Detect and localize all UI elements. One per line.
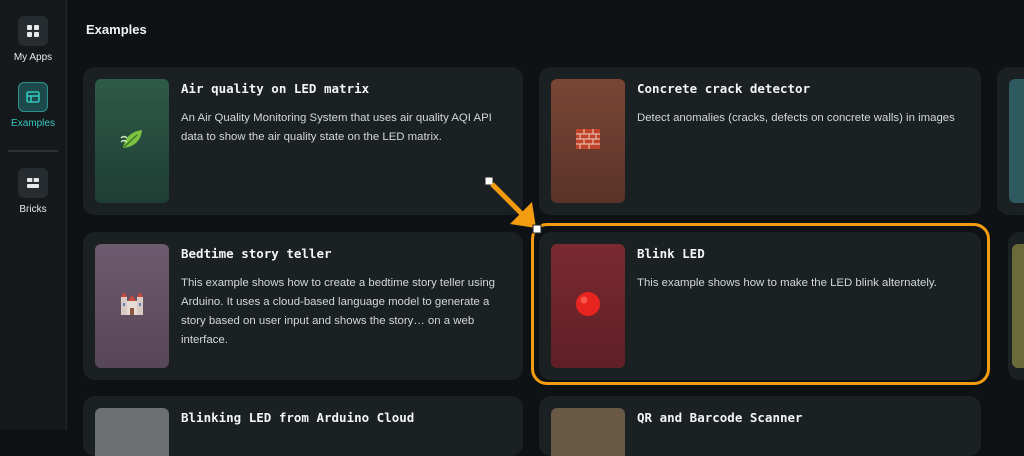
sidebar-divider — [8, 150, 58, 152]
card-thumbnail — [1012, 244, 1024, 368]
card-thumbnail — [1009, 79, 1024, 203]
card-description: This example shows how to create a bedti… — [181, 277, 496, 346]
card-thumbnail — [551, 408, 625, 456]
sidebar-item-examples[interactable]: Examples — [0, 82, 66, 129]
annotation-arrow-icon — [484, 176, 542, 234]
sidebar-item-bricks[interactable]: Bricks — [0, 168, 66, 215]
leaf-icon — [119, 126, 145, 156]
example-card-partial[interactable] — [997, 67, 1024, 215]
card-description: An Air Quality Monitoring System that us… — [181, 112, 492, 143]
example-card-concrete-crack[interactable]: Concrete crack detector Detect anomalies… — [539, 67, 981, 215]
card-thumbnail — [551, 244, 625, 368]
sidebar: My Apps Examples Bricks — [0, 0, 67, 430]
bricks-icon — [18, 168, 48, 198]
example-card-blink-led[interactable]: Blink LED This example shows how to make… — [539, 232, 981, 380]
card-thumbnail — [95, 408, 169, 456]
card-title: Air quality on LED matrix — [181, 81, 370, 96]
card-thumbnail — [95, 244, 169, 368]
example-card-blinking-led-cloud[interactable]: Blinking LED from Arduino Cloud — [83, 396, 523, 456]
red-circle-icon — [574, 290, 602, 322]
card-title: Concrete crack detector — [637, 81, 811, 96]
castle-icon — [119, 291, 145, 321]
brick-icon — [575, 128, 601, 154]
sidebar-item-label: My Apps — [13, 52, 53, 63]
sidebar-item-label: Bricks — [19, 204, 47, 215]
example-card-qr-scanner[interactable]: QR and Barcode Scanner — [539, 396, 981, 456]
card-description: Detect anomalies (cracks, defects on con… — [637, 112, 955, 124]
sidebar-item-my-apps[interactable]: My Apps — [0, 16, 66, 63]
example-card-air-quality[interactable]: Air quality on LED matrix An Air Quality… — [83, 67, 523, 215]
card-title: Blink LED — [637, 246, 705, 261]
card-thumbnail — [95, 79, 169, 203]
page-title: Examples — [86, 22, 147, 37]
example-card-partial[interactable] — [1008, 232, 1024, 380]
examples-icon — [18, 82, 48, 112]
sidebar-item-label: Examples — [11, 118, 55, 129]
example-card-bedtime-story[interactable]: Bedtime story teller This example shows … — [83, 232, 523, 380]
card-title: Blinking LED from Arduino Cloud — [181, 410, 415, 425]
card-title: Bedtime story teller — [181, 246, 332, 261]
card-title: QR and Barcode Scanner — [637, 410, 803, 425]
card-thumbnail — [551, 79, 625, 203]
grid-icon — [18, 16, 48, 46]
card-description: This example shows how to make the LED b… — [637, 277, 937, 289]
